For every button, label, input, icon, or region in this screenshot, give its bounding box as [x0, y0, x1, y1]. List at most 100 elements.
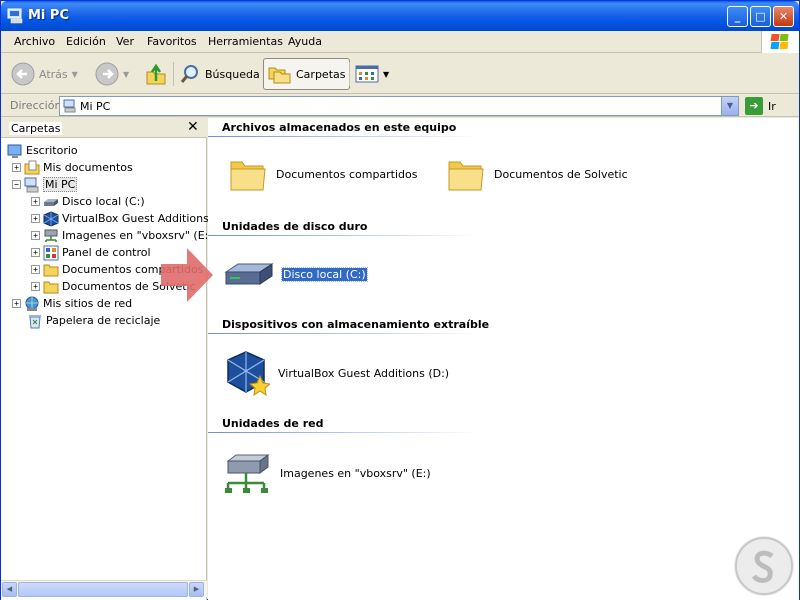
item-disco-local[interactable]: Disco local (C:): [224, 258, 368, 290]
tree-label: Disco local (C:): [62, 195, 145, 208]
tree-label: Panel de control: [62, 246, 151, 259]
control-panel-icon: [43, 245, 59, 260]
tree-label: Escritorio: [26, 144, 78, 157]
expand-icon[interactable]: +: [12, 299, 21, 308]
forward-dropdown-icon[interactable]: ▼: [123, 70, 129, 79]
network-drive-icon: [225, 454, 270, 493]
maximize-button[interactable]: □: [750, 6, 771, 27]
desktop-icon: [7, 144, 22, 158]
address-input[interactable]: Mi PC ▼: [59, 96, 739, 116]
toolbar-separator: [349, 62, 350, 86]
item-documentos-compartidos[interactable]: Documentos compartidos: [228, 154, 418, 194]
group-divider: [208, 136, 480, 137]
windows-logo-icon: [761, 31, 799, 53]
menu-herramientas[interactable]: Herramientas: [208, 35, 283, 48]
group-header-removable: Dispositivos con almacenamiento extraíbl…: [222, 318, 490, 331]
title-bar[interactable]: Mi PC _ □ ✕: [1, 1, 799, 31]
collapse-icon[interactable]: −: [12, 180, 21, 189]
views-dropdown-icon[interactable]: ▼: [383, 70, 389, 79]
group-divider: [208, 333, 480, 334]
tree-label: Mis sitios de red: [43, 297, 133, 310]
expand-icon[interactable]: +: [31, 214, 40, 223]
hard-drive-icon: [44, 198, 58, 206]
search-icon: [180, 65, 198, 83]
forward-arrow-icon: [95, 62, 119, 86]
expand-icon[interactable]: +: [31, 197, 40, 206]
scroll-right-icon[interactable]: ▶: [189, 582, 204, 597]
tree-label: Mi PC: [43, 177, 78, 192]
forward-button[interactable]: ▼: [95, 58, 129, 90]
scrollbar-thumb[interactable]: [18, 582, 188, 597]
solvetic-watermark-icon: [734, 536, 794, 596]
content-pane: Archivos almacenados en este equipo Docu…: [208, 118, 799, 600]
item-imagenes-vboxsrv[interactable]: Imagenes en "vboxsrv" (E:): [224, 451, 431, 495]
menu-bar: Archivo Edición Ver Favoritos Herramient…: [1, 31, 799, 53]
scroll-left-icon[interactable]: ◀: [2, 582, 17, 597]
my-computer-icon: [63, 99, 76, 113]
toolbar-separator: [173, 62, 174, 86]
folder-icon: [230, 161, 266, 191]
up-folder-icon: [146, 63, 166, 85]
search-label: Búsqueda: [205, 67, 260, 81]
item-virtualbox[interactable]: VirtualBox Guest Additions (D:): [226, 350, 449, 396]
tree-label: Mis documentos: [43, 161, 133, 174]
my-computer-icon: [7, 8, 23, 24]
item-label: Documentos compartidos: [276, 167, 418, 181]
expand-icon[interactable]: +: [12, 163, 21, 172]
tree-item-panel-de-control[interactable]: + Panel de control: [31, 244, 151, 261]
close-button[interactable]: ✕: [773, 6, 794, 27]
tree-item-disco-local[interactable]: + Disco local (C:): [31, 193, 145, 210]
item-label: VirtualBox Guest Additions (D:): [278, 366, 450, 380]
hard-drive-icon: [224, 263, 274, 285]
tree-item-mis-documentos[interactable]: + Mis documentos: [12, 159, 133, 176]
menu-ver[interactable]: Ver: [116, 35, 134, 48]
tree-item-mis-sitios-de-red[interactable]: + Mis sitios de red: [12, 295, 132, 312]
back-button[interactable]: Atrás ▼: [11, 58, 78, 90]
folders-icon: [268, 67, 291, 84]
my-documents-icon: [24, 160, 40, 174]
window-title: Mi PC: [28, 8, 69, 23]
expand-icon[interactable]: +: [31, 265, 40, 274]
address-dropdown-icon[interactable]: ▼: [721, 97, 738, 115]
minimize-button[interactable]: _: [727, 6, 748, 27]
virtualbox-cd-icon: [227, 351, 270, 396]
tree-item-mi-pc[interactable]: − Mi PC: [12, 176, 78, 193]
views-button[interactable]: ▼: [355, 58, 389, 90]
views-icon: [355, 65, 379, 83]
network-places-icon: [25, 296, 39, 311]
folders-pane-title: Carpetas: [9, 122, 63, 135]
tree-label: Imagenes en "vboxsrv" (E:): [62, 229, 213, 242]
tree-item-virtualbox[interactable]: + VirtualBox Guest Additions (D: [31, 210, 225, 227]
expand-icon[interactable]: +: [31, 231, 40, 240]
menu-edicion[interactable]: Edición: [66, 35, 106, 48]
group-header-hard-drives: Unidades de disco duro: [222, 220, 368, 233]
tree-item-papelera[interactable]: Papelera de reciclaje: [27, 312, 160, 329]
item-label: Imagenes en "vboxsrv" (E:): [280, 466, 431, 480]
item-label-selected: Disco local (C:): [281, 266, 368, 282]
up-folder-button[interactable]: [145, 58, 167, 90]
tree-item-imagenes[interactable]: + Imagenes en "vboxsrv" (E:): [31, 227, 213, 244]
tree-label: Papelera de reciclaje: [46, 314, 161, 327]
menu-archivo[interactable]: Archivo: [14, 35, 55, 48]
my-computer-icon: [24, 177, 39, 192]
address-label: Dirección: [10, 99, 62, 112]
go-arrow-icon: ➔: [745, 97, 763, 115]
menu-ayuda[interactable]: Ayuda: [288, 35, 322, 48]
folders-button[interactable]: Carpetas: [263, 58, 351, 90]
network-drive-icon: [44, 229, 58, 242]
close-pane-icon[interactable]: ✕: [187, 119, 199, 135]
go-button[interactable]: ➔ Ir: [745, 97, 776, 115]
expand-icon[interactable]: +: [31, 248, 40, 257]
folders-pane: Carpetas ✕ Escritorio + Mis documentos −…: [1, 118, 225, 600]
back-dropdown-icon[interactable]: ▼: [72, 70, 78, 79]
expand-icon[interactable]: +: [31, 282, 40, 291]
menu-favoritos[interactable]: Favoritos: [147, 35, 197, 48]
tree-label: VirtualBox Guest Additions (D: [62, 212, 226, 225]
tree-item-escritorio[interactable]: Escritorio: [7, 142, 78, 159]
explorer-window: Mi PC _ □ ✕ Archivo Edición Ver Favorito…: [0, 0, 800, 600]
group-divider: [208, 235, 480, 236]
search-button[interactable]: Búsqueda: [179, 58, 260, 90]
horizontal-scrollbar[interactable]: ◀ ▶: [1, 580, 207, 597]
standard-toolbar: Atrás ▼ ▼ Búsqueda Carpetas ▼: [1, 54, 799, 94]
item-documentos-solvetic[interactable]: Documentos de Solvetic: [446, 154, 628, 194]
